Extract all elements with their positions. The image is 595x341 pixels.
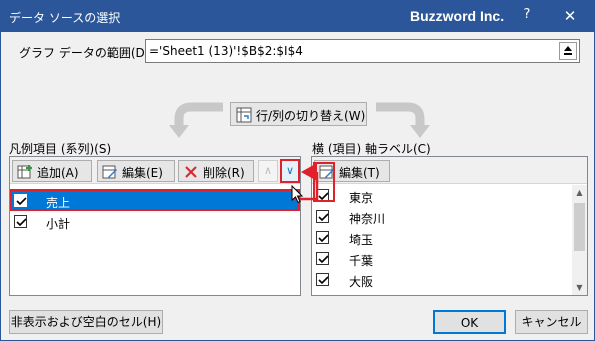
- move-down-button[interactable]: ∨: [280, 159, 300, 183]
- ok-button[interactable]: OK: [433, 310, 506, 334]
- axis-item-kanagawa[interactable]: 神奈川: [312, 207, 572, 228]
- scroll-thumb[interactable]: [574, 203, 585, 251]
- select-data-source-dialog: データ ソースの選択 Buzzword Inc. ? ✕ グラフ データの範囲(…: [0, 0, 595, 341]
- checkmark-icon: [318, 255, 329, 264]
- edit-axis-labels-button[interactable]: 編集(T): [314, 160, 390, 182]
- edit-table-icon: [102, 165, 117, 179]
- chart-data-range-input[interactable]: [149, 43, 549, 59]
- legend-entries-label: 凡例項目 (系列)(S): [9, 142, 112, 156]
- axis-item-tokyo[interactable]: 東京: [312, 186, 572, 207]
- legend-entries-panel: 追加(A) 編集(E) 削除(R) ∧ ∨ 売上 小計: [9, 156, 301, 296]
- edit-axis-labels-label: 編集(T): [339, 166, 380, 180]
- axis-item-osaka[interactable]: 大阪: [312, 270, 572, 291]
- edit-table-icon: [319, 165, 334, 179]
- axis-item-label: 埼玉: [349, 233, 374, 247]
- axis-item-label: 東京: [349, 191, 374, 205]
- edit-series-label: 編集(E): [122, 166, 163, 180]
- scroll-down-icon[interactable]: ▼: [572, 280, 587, 295]
- chart-data-range-field[interactable]: [145, 39, 580, 63]
- brand-watermark: Buzzword Inc.: [410, 8, 505, 24]
- title-bar: データ ソースの選択 Buzzword Inc. ? ✕: [1, 1, 594, 32]
- chart-data-range-label: グラフ データの範囲(D):: [19, 46, 154, 60]
- selection-highlight-outline: [10, 189, 300, 211]
- checkmark-icon: [318, 213, 329, 222]
- add-series-button[interactable]: 追加(A): [12, 160, 92, 182]
- axis-labels-panel: 編集(T) 東京 神奈川 埼玉 千葉 大阪 ▲ ▼: [311, 156, 588, 296]
- checkmark-icon: [318, 192, 329, 201]
- axis-toolbar: 編集(T): [312, 157, 587, 184]
- axis-item-saitama[interactable]: 埼玉: [312, 228, 572, 249]
- legend-item-checkbox[interactable]: [14, 215, 27, 228]
- close-button[interactable]: ✕: [559, 5, 581, 27]
- collapse-icon: [564, 46, 572, 55]
- switch-row-column-button[interactable]: 行/列の切り替え(W): [230, 102, 367, 126]
- switch-row-column-label: 行/列の切り替え(W): [256, 109, 366, 123]
- add-series-label: 追加(A): [37, 166, 79, 180]
- help-button[interactable]: ?: [519, 7, 535, 25]
- axis-item-checkbox[interactable]: [316, 189, 329, 202]
- checkmark-icon: [16, 218, 27, 227]
- delete-x-icon: [185, 166, 197, 178]
- legend-item-subtotal[interactable]: 小計: [10, 212, 300, 232]
- dialog-title: データ ソースの選択: [9, 11, 121, 25]
- axis-list-scrollbar[interactable]: ▲ ▼: [572, 185, 587, 295]
- cancel-button[interactable]: キャンセル: [515, 310, 588, 334]
- legend-item-label: 小計: [46, 217, 71, 231]
- legend-toolbar: 追加(A) 編集(E) 削除(R) ∧ ∨: [10, 157, 300, 184]
- axis-item-checkbox[interactable]: [316, 210, 329, 223]
- chevron-up-icon: ∧: [263, 164, 273, 177]
- collapse-dialog-button[interactable]: [559, 42, 577, 60]
- scroll-up-icon[interactable]: ▲: [572, 185, 587, 200]
- axis-item-label: 千葉: [349, 254, 374, 268]
- edit-series-button[interactable]: 編集(E): [97, 160, 175, 182]
- axis-item-checkbox[interactable]: [316, 231, 329, 244]
- delete-series-button[interactable]: 削除(R): [178, 160, 254, 182]
- switch-row-column-icon: [236, 107, 252, 123]
- axis-item-label: 神奈川: [349, 212, 386, 226]
- add-table-icon: [17, 165, 32, 179]
- curved-arrow-right-icon: [376, 102, 430, 138]
- axis-item-checkbox[interactable]: [316, 273, 329, 286]
- axis-labels-label: 横 (項目) 軸ラベル(C): [312, 142, 431, 156]
- checkmark-icon: [318, 276, 329, 285]
- move-up-button[interactable]: ∧: [258, 160, 278, 182]
- axis-item-chiba[interactable]: 千葉: [312, 249, 572, 270]
- delete-series-label: 削除(R): [203, 166, 245, 180]
- axis-item-label: 大阪: [349, 275, 374, 289]
- checkmark-icon: [318, 234, 329, 243]
- hidden-empty-cells-button[interactable]: 非表示および空白のセル(H): [9, 310, 163, 334]
- chevron-down-icon: ∨: [285, 164, 295, 177]
- axis-item-checkbox[interactable]: [316, 252, 329, 265]
- curved-arrow-left-icon: [169, 102, 223, 138]
